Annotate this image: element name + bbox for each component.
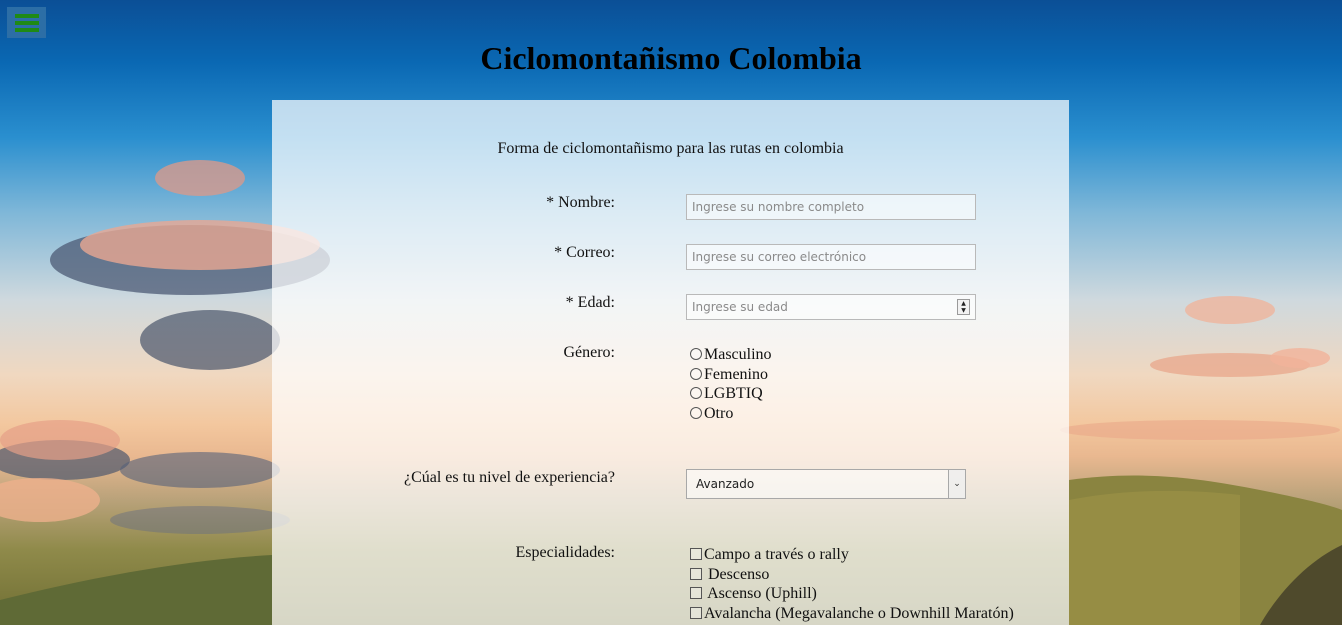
- edad-field: ▲▼: [686, 294, 976, 322]
- especialidad-option-label: Campo a través o rally: [704, 546, 849, 563]
- hamburger-bar: [15, 21, 39, 25]
- radio-button[interactable]: [690, 387, 702, 399]
- experiencia-selected-value: Avanzado: [696, 477, 755, 491]
- form-subtitle: Forma de ciclomontañismo para las rutas …: [497, 140, 844, 157]
- especialidades-label: Especialidades:: [515, 544, 615, 561]
- nombre-input[interactable]: [686, 194, 976, 220]
- genero-option-label: Femenino: [704, 365, 768, 383]
- genero-option[interactable]: LGBTIQ: [690, 384, 772, 404]
- correo-input[interactable]: [686, 244, 976, 270]
- checkbox[interactable]: [690, 548, 702, 560]
- checkbox[interactable]: [690, 567, 702, 580]
- especialidad-option[interactable]: Avalancha (Megavalanche o Downhill Marat…: [690, 604, 1014, 624]
- chevron-down-icon[interactable]: ⌄: [948, 470, 965, 498]
- genero-option[interactable]: Otro: [690, 404, 772, 424]
- especialidad-option-label: Ascenso (Uphill): [704, 585, 817, 602]
- nombre-label: * Nombre:: [546, 194, 615, 211]
- genero-label: Género:: [563, 344, 615, 361]
- radio-button[interactable]: [690, 367, 702, 380]
- correo-label: * Correo:: [554, 244, 615, 261]
- experiencia-select[interactable]: Avanzado ⌄: [686, 469, 966, 499]
- especialidad-option[interactable]: Campo a través o rally: [690, 545, 1014, 565]
- checkbox[interactable]: [690, 587, 702, 599]
- radio-button[interactable]: [690, 348, 702, 360]
- especialidad-option-label: Avalancha (Megavalanche o Downhill Marat…: [704, 604, 1014, 622]
- experiencia-label: ¿Cúal es tu nivel de experiencia?: [403, 469, 615, 486]
- genero-option-label: LGBTIQ: [704, 385, 763, 402]
- edad-label: * Edad:: [565, 294, 615, 311]
- hamburger-bar: [15, 28, 39, 32]
- registration-form: Forma de ciclomontañismo para las rutas …: [272, 100, 1069, 625]
- genero-option-label: Otro: [704, 404, 734, 422]
- genero-option[interactable]: Masculino: [690, 345, 772, 365]
- genero-option[interactable]: Femenino: [690, 365, 772, 385]
- especialidades-checkbox-group: Campo a través o rally Descenso Ascenso …: [690, 545, 1014, 623]
- edad-stepper[interactable]: ▲ ▼: [957, 299, 970, 315]
- especialidad-option[interactable]: Descenso: [690, 565, 1014, 585]
- radio-button[interactable]: [690, 406, 702, 419]
- page-title: Ciclomontañismo Colombia: [480, 40, 862, 76]
- hamburger-menu-button[interactable]: [7, 7, 46, 38]
- checkbox[interactable]: [690, 606, 702, 619]
- genero-option-label: Masculino: [704, 346, 772, 363]
- hamburger-menu-icon: [15, 14, 39, 18]
- especialidad-option-label: Descenso: [704, 565, 770, 583]
- genero-radio-group: Masculino Femenino LGBTIQ Otro: [690, 345, 772, 423]
- especialidad-option[interactable]: Ascenso (Uphill): [690, 584, 1014, 604]
- edad-input[interactable]: [686, 294, 976, 320]
